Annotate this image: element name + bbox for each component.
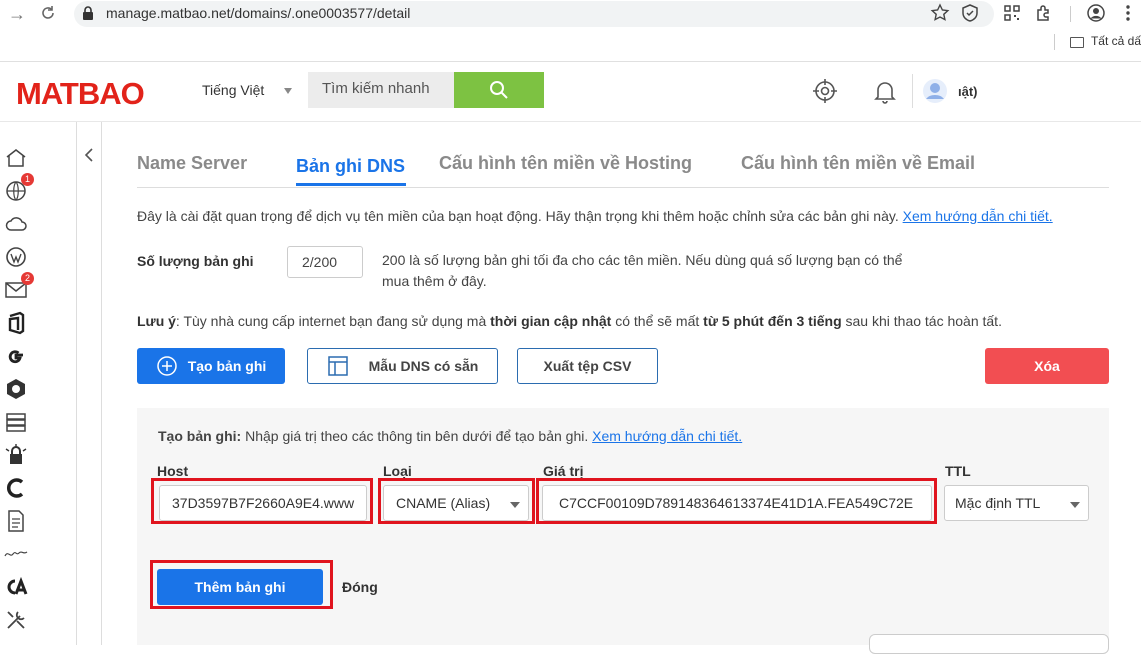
record-count-value: 2/200 (287, 246, 363, 278)
active-tab-indicator (296, 183, 406, 186)
note-emphasis: thời gian cập nhật (490, 313, 611, 329)
comodo-icon[interactable] (4, 542, 28, 566)
host-label: Host (157, 463, 188, 479)
app-header: MATBAO Tiếng Việt Tìm kiếm nhanh ıật) (0, 62, 1141, 122)
matbao-logo[interactable]: MATBAO (16, 76, 144, 112)
plus-circle-icon (156, 355, 178, 377)
dns-template-label: Mẫu DNS có sẵn (369, 358, 479, 374)
tools-icon[interactable] (4, 608, 28, 632)
hexagon-icon[interactable] (4, 377, 28, 401)
create-record-panel: Tạo bản ghi: Nhập giá trị theo các thông… (137, 408, 1109, 645)
tab-name-server[interactable]: Name Server (137, 153, 247, 174)
toolbar-divider (1070, 6, 1071, 22)
note-text: có thể sẽ mất (611, 313, 703, 329)
intro-text: Đây là cài đặt quan trọng để dịch vụ tên… (137, 208, 899, 224)
delete-button[interactable]: Xóa (985, 348, 1109, 384)
forward-arrow-icon[interactable]: → (8, 4, 26, 25)
extensions-icon[interactable] (1034, 3, 1054, 23)
ttl-label: TTL (945, 463, 971, 479)
cloud-icon[interactable] (4, 212, 28, 236)
star-icon[interactable] (930, 3, 950, 23)
header-divider (912, 74, 913, 108)
bookmarks-label: Tất cả dấ (1091, 34, 1141, 48)
tab-email-config[interactable]: Cấu hình tên miền về Email (741, 153, 975, 174)
bell-icon[interactable] (872, 78, 898, 104)
search-icon (489, 80, 509, 100)
user-name[interactable]: ıật) (958, 84, 978, 99)
more-icon[interactable] (1118, 3, 1138, 23)
avatar[interactable] (922, 78, 948, 104)
left-sidebar: 1 2 (0, 122, 40, 645)
lock-icon (82, 6, 94, 20)
record-count-note: 200 là số lượng bản ghi tối đa cho các t… (382, 250, 922, 292)
panel-guide-link[interactable]: Xem hướng dẫn chi tiết. (592, 428, 742, 444)
notification-badge: 2 (21, 272, 34, 285)
value-label: Giá trị (543, 463, 583, 479)
update-note: Lưu ý: Tùy nhà cung cấp internet bạn đan… (137, 313, 1002, 329)
url-text: manage.matbao.net/domains/.one0003577/de… (106, 5, 410, 21)
close-button[interactable]: Đóng (342, 579, 378, 595)
value-highlight (536, 478, 937, 524)
export-csv-button[interactable]: Xuất tệp CSV (517, 348, 658, 384)
browser-chrome: → manage.matbao.net/domains/.one0003577/… (0, 0, 1141, 62)
record-count-label: Số lượng bản ghi (137, 253, 254, 269)
type-label: Loại (383, 463, 412, 479)
sidebar-collapse-panel (76, 122, 102, 645)
crosshair-support-icon[interactable] (812, 78, 838, 104)
dns-intro: Đây là cài đặt quan trọng để dịch vụ tên… (137, 208, 1053, 224)
bookmarks-all[interactable]: Tất cả dấ (1054, 34, 1141, 50)
records-table-edge (869, 634, 1109, 654)
office-icon[interactable] (4, 311, 28, 335)
host-highlight (151, 478, 373, 524)
dns-template-button[interactable]: Mẫu DNS có sẵn (307, 348, 498, 384)
server-icon[interactable] (4, 410, 28, 434)
folder-icon (1070, 37, 1084, 48)
panel-intro-text: Nhập giá trị theo các thông tin bên dưới… (241, 428, 592, 444)
type-highlight (378, 478, 535, 524)
quick-search-input[interactable]: Tìm kiếm nhanh (308, 72, 454, 108)
document-icon[interactable] (4, 509, 28, 533)
collapse-sidebar-button[interactable] (77, 130, 101, 180)
add-button-highlight (150, 560, 333, 609)
ca-logo-icon[interactable] (4, 575, 28, 599)
chevron-left-icon (83, 148, 95, 162)
notification-badge: 1 (21, 173, 34, 186)
qr-code-icon[interactable] (1002, 3, 1022, 23)
template-icon (327, 355, 349, 377)
note-text: : Tùy nhà cung cấp internet bạn đang sử … (176, 313, 490, 329)
c-logo-icon[interactable] (4, 476, 28, 500)
main-content: Name Server Bản ghi DNS Cấu hình tên miề… (102, 122, 1141, 645)
create-record-label: Tạo bản ghi (188, 358, 267, 374)
google-icon[interactable] (4, 344, 28, 368)
search-button[interactable] (454, 72, 544, 108)
dns-tabs: Name Server Bản ghi DNS Cấu hình tên miề… (137, 150, 1109, 188)
panel-intro: Tạo bản ghi: Nhập giá trị theo các thông… (158, 428, 742, 444)
shield-icon[interactable] (960, 3, 980, 23)
tab-hosting-config[interactable]: Cấu hình tên miền về Hosting (439, 153, 692, 174)
mail-icon[interactable]: 2 (4, 278, 28, 302)
tab-dns-records[interactable]: Bản ghi DNS (296, 156, 405, 177)
create-record-button[interactable]: Tạo bản ghi (137, 348, 285, 384)
globe-icon[interactable]: 1 (4, 179, 28, 203)
panel-intro-title: Tạo bản ghi: (158, 428, 241, 444)
note-emphasis: từ 5 phút đến 3 tiếng (703, 313, 841, 329)
ttl-select[interactable]: Mặc định TTL (944, 485, 1089, 521)
profile-icon[interactable] (1086, 3, 1106, 23)
note-text: sau khi thao tác hoàn tất. (842, 313, 1002, 329)
wordpress-icon[interactable] (4, 245, 28, 269)
ttl-value: Mặc định TTL (955, 495, 1040, 511)
chevron-down-icon (1070, 502, 1080, 508)
note-prefix: Lưu ý (137, 313, 176, 329)
language-selector[interactable]: Tiếng Việt (202, 82, 264, 98)
chevron-down-icon (284, 88, 292, 94)
guide-link[interactable]: Xem hướng dẫn chi tiết. (903, 208, 1053, 224)
reload-icon[interactable] (40, 5, 56, 21)
home-icon[interactable] (4, 146, 28, 170)
ssl-lock-icon[interactable] (4, 443, 28, 467)
